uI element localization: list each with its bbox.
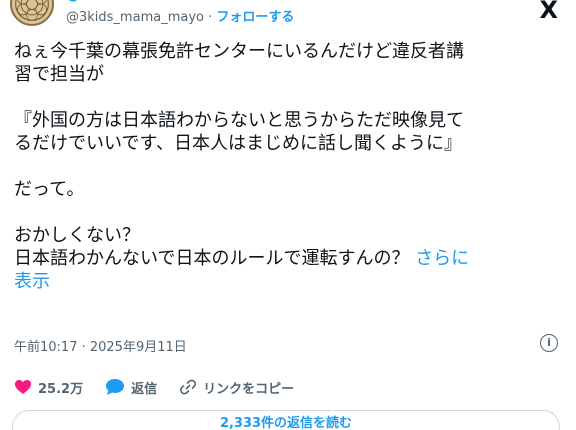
like-button[interactable]: 25.2万 (14, 378, 83, 397)
close-icon[interactable]: X (539, 0, 558, 24)
copy-link-label: リンクをコピー (203, 381, 295, 397)
reply-label: 返信 (131, 381, 158, 397)
tweet-text: ねぇ今千葉の幕張免許センターにいるんだけど違反者講 習で担当が 『外国の方は日本… (14, 40, 562, 293)
heart-icon (15, 380, 31, 394)
tweet-paragraph-3: だって。 (14, 179, 85, 200)
follow-button[interactable]: フォローする (216, 10, 294, 25)
tweet-paragraph-1: ねぇ今千葉の幕張免許センターにいるんだけど違反者講 習で担当が (14, 41, 464, 85)
reply-bubble-icon (106, 379, 125, 395)
action-bar: 25.2万 返信 リンクをコピー (14, 375, 316, 399)
tweet-meta: 午前10:17 · 2025年9月11日 i (14, 334, 562, 355)
tweet-paragraph-4: おかしくない？ 日本語わかんないで日本のルールで運転すんの？ さらに 表示 (14, 224, 562, 293)
handle-row: @3kids_mama_mayo · フォローする (66, 6, 294, 25)
info-icon[interactable]: i (540, 334, 558, 352)
avatar[interactable] (10, 0, 54, 26)
separator-dot: · (203, 10, 217, 25)
display-name-row[interactable] (66, 0, 80, 4)
tweet-header: @3kids_mama_mayo · フォローする X (0, 0, 576, 34)
user-handle[interactable]: @3kids_mama_mayo (66, 10, 204, 25)
like-count: 25.2万 (38, 381, 84, 397)
read-replies-button[interactable]: 2,333件の返信を読む (12, 410, 560, 430)
link-icon (180, 379, 197, 395)
reply-button[interactable]: 返信 (105, 378, 157, 397)
copy-link-button[interactable]: リンクをコピー (179, 378, 294, 397)
mandala-avatar-icon (12, 0, 52, 24)
verified-badge-icon (68, 0, 78, 2)
tweet-timestamp[interactable]: 午前10:17 · 2025年9月11日 (14, 340, 187, 355)
tweet-paragraph-4-text: おかしくない？ 日本語わかんないで日本のルールで運転すんの？ (14, 225, 410, 269)
tweet-paragraph-2: 『外国の方は日本語わからないと思うからただ映像見て るだけでいいです、日本人はま… (14, 110, 464, 154)
